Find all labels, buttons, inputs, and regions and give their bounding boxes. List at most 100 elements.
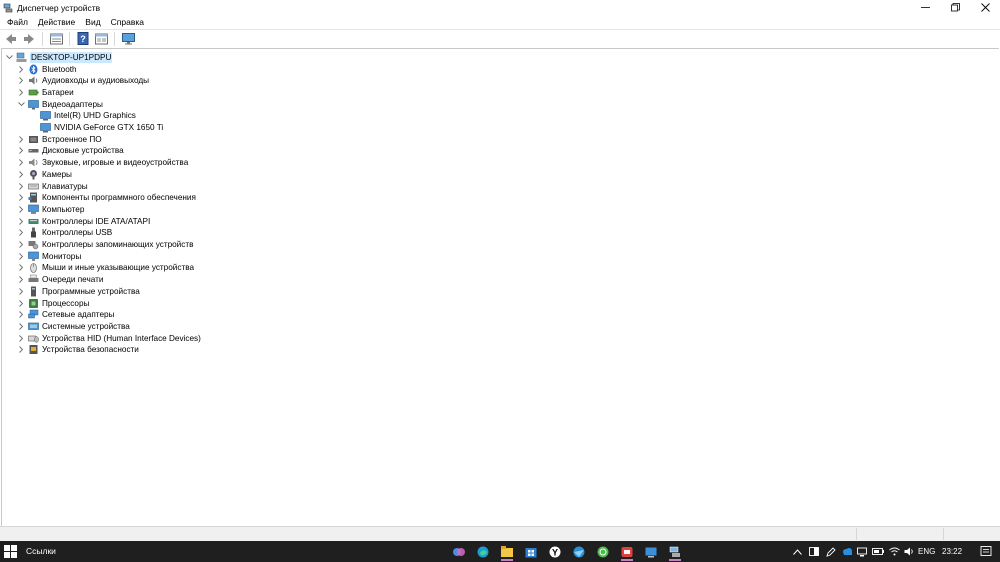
- details-button[interactable]: [93, 31, 109, 47]
- tree-category[interactable]: Контроллеры IDE ATA/ATAPI: [17, 215, 150, 227]
- chevron-right-icon[interactable]: [17, 311, 25, 319]
- tree-category[interactable]: Камеры: [17, 169, 72, 181]
- tree-device[interactable]: Intel(R) UHD Graphics: [40, 110, 136, 122]
- tray-network-wifi-icon[interactable]: [887, 544, 901, 559]
- running-indicator: [621, 559, 633, 561]
- chevron-down-icon[interactable]: [17, 100, 25, 108]
- maximize-button[interactable]: [940, 0, 970, 15]
- tray-chevron-up-icon[interactable]: [790, 544, 804, 559]
- tree-category[interactable]: Сетевые адаптеры: [17, 309, 114, 321]
- chevron-right-icon[interactable]: [17, 170, 25, 178]
- tray-pen-icon[interactable]: [824, 544, 838, 559]
- tree-category[interactable]: Программные устройства: [17, 286, 140, 298]
- tray-volume-icon[interactable]: [902, 544, 916, 559]
- tree-category[interactable]: Компьютер: [17, 204, 84, 216]
- tree-category[interactable]: Компоненты программного обеспечения: [17, 192, 196, 204]
- close-button[interactable]: [970, 0, 1000, 15]
- chevron-right-icon[interactable]: [17, 264, 25, 272]
- tree-category[interactable]: Встроенное ПО: [17, 133, 102, 145]
- tree-category[interactable]: Дисковые устройства: [17, 145, 124, 157]
- chevron-right-icon[interactable]: [17, 217, 25, 225]
- chevron-right-icon[interactable]: [17, 159, 25, 167]
- taskbar-app-browser[interactable]: [570, 543, 588, 560]
- display-adapter-icon: [28, 99, 39, 110]
- tray-network-icon[interactable]: [855, 544, 869, 559]
- ide-controller-icon: [28, 216, 39, 227]
- window-title: Диспетчер устройств: [17, 2, 101, 13]
- help-button[interactable]: ?: [75, 31, 91, 47]
- device-tree[interactable]: DESKTOP-UP1PDPU Bluetooth Аудиовходы и ауд…: [1, 48, 999, 526]
- tree-category[interactable]: Видеоадаптеры: [17, 98, 103, 110]
- taskbar-app-store[interactable]: [522, 543, 540, 560]
- tree-category[interactable]: Контроллеры запоминающих устройств: [17, 239, 193, 251]
- tree-category[interactable]: Батареи: [17, 87, 74, 99]
- display-adapter-device-icon: [40, 110, 51, 121]
- tree-category[interactable]: Bluetooth: [17, 63, 77, 75]
- tree-category[interactable]: Контроллеры USB: [17, 227, 112, 239]
- start-button[interactable]: [4, 545, 17, 558]
- taskbar-app-file-explorer[interactable]: [498, 543, 516, 561]
- tree-device[interactable]: NVIDIA GeForce GTX 1650 Ti: [40, 122, 163, 134]
- scan-hardware-button[interactable]: [120, 31, 136, 47]
- chevron-right-icon[interactable]: [17, 147, 25, 155]
- chevron-right-icon[interactable]: [17, 252, 25, 260]
- chevron-right-icon[interactable]: [17, 322, 25, 330]
- chevron-right-icon[interactable]: [17, 77, 25, 85]
- taskbar-app-device-manager[interactable]: [666, 543, 684, 561]
- tree-category[interactable]: Системные устройства: [17, 321, 130, 333]
- menu-action[interactable]: Действие: [33, 15, 80, 29]
- chevron-right-icon[interactable]: [17, 229, 25, 237]
- properties-icon: [49, 33, 63, 44]
- tree-category[interactable]: Мыши и иные указывающие устройства: [17, 262, 194, 274]
- menu-view[interactable]: Вид: [80, 15, 105, 29]
- chevron-right-icon[interactable]: [17, 287, 25, 295]
- chevron-down-icon[interactable]: [5, 53, 13, 61]
- copilot-icon: [453, 547, 465, 556]
- running-indicator: [669, 559, 681, 561]
- minimize-button[interactable]: [910, 0, 940, 15]
- details-icon: [94, 33, 108, 44]
- software-component-icon: [28, 192, 39, 203]
- menu-help[interactable]: Справка: [106, 15, 149, 29]
- chevron-right-icon[interactable]: [17, 88, 25, 96]
- notification-center-icon[interactable]: [980, 545, 992, 557]
- taskbar-app-blue[interactable]: [642, 543, 660, 560]
- input-language-indicator[interactable]: ENG: [918, 547, 935, 556]
- tree-root[interactable]: DESKTOP-UP1PDPU: [5, 51, 113, 64]
- forward-button[interactable]: [21, 31, 37, 47]
- tray-cloud-icon[interactable]: [840, 544, 854, 559]
- status-divider: [943, 528, 944, 540]
- taskbar-app-edge[interactable]: [474, 543, 492, 560]
- chevron-right-icon[interactable]: [17, 346, 25, 354]
- taskbar-app-yandex-browser[interactable]: Y: [546, 543, 564, 560]
- tree-category[interactable]: Устройства HID (Human Interface Devices): [17, 332, 201, 344]
- tree-category[interactable]: Клавиатуры: [17, 180, 88, 192]
- chevron-right-icon[interactable]: [17, 135, 25, 143]
- chevron-right-icon[interactable]: [17, 299, 25, 307]
- taskbar-app-whatsapp[interactable]: [594, 543, 612, 560]
- tree-category[interactable]: Устройства безопасности: [17, 344, 139, 356]
- taskbar-app-copilot[interactable]: [450, 543, 468, 560]
- chevron-right-icon[interactable]: [17, 182, 25, 190]
- tree-category[interactable]: Звуковые, игровые и видеоустройства: [17, 157, 188, 169]
- tree-category[interactable]: Очереди печати: [17, 274, 103, 286]
- chevron-right-icon[interactable]: [17, 194, 25, 202]
- tree-category[interactable]: Процессоры: [17, 297, 89, 309]
- whatsapp-icon: [597, 546, 609, 557]
- chevron-right-icon[interactable]: [17, 205, 25, 213]
- chevron-right-icon[interactable]: [17, 334, 25, 342]
- tray-battery-icon[interactable]: [871, 544, 885, 559]
- taskbar-app-red[interactable]: [618, 543, 636, 561]
- tree-category[interactable]: Аудиовходы и аудиовыходы: [17, 75, 149, 87]
- properties-button[interactable]: [48, 31, 64, 47]
- chevron-right-icon[interactable]: [17, 65, 25, 73]
- chevron-right-icon[interactable]: [17, 276, 25, 284]
- menu-file[interactable]: Файл: [2, 15, 33, 29]
- chevron-right-icon[interactable]: [17, 241, 25, 249]
- taskbar-clock[interactable]: 23:22: [942, 547, 962, 556]
- tray-tablet-icon[interactable]: [807, 544, 821, 559]
- taskbar-search-label[interactable]: Ссылки: [26, 546, 56, 556]
- tree-category[interactable]: Мониторы: [17, 250, 81, 262]
- back-button[interactable]: [3, 31, 19, 47]
- store-icon: [525, 547, 537, 557]
